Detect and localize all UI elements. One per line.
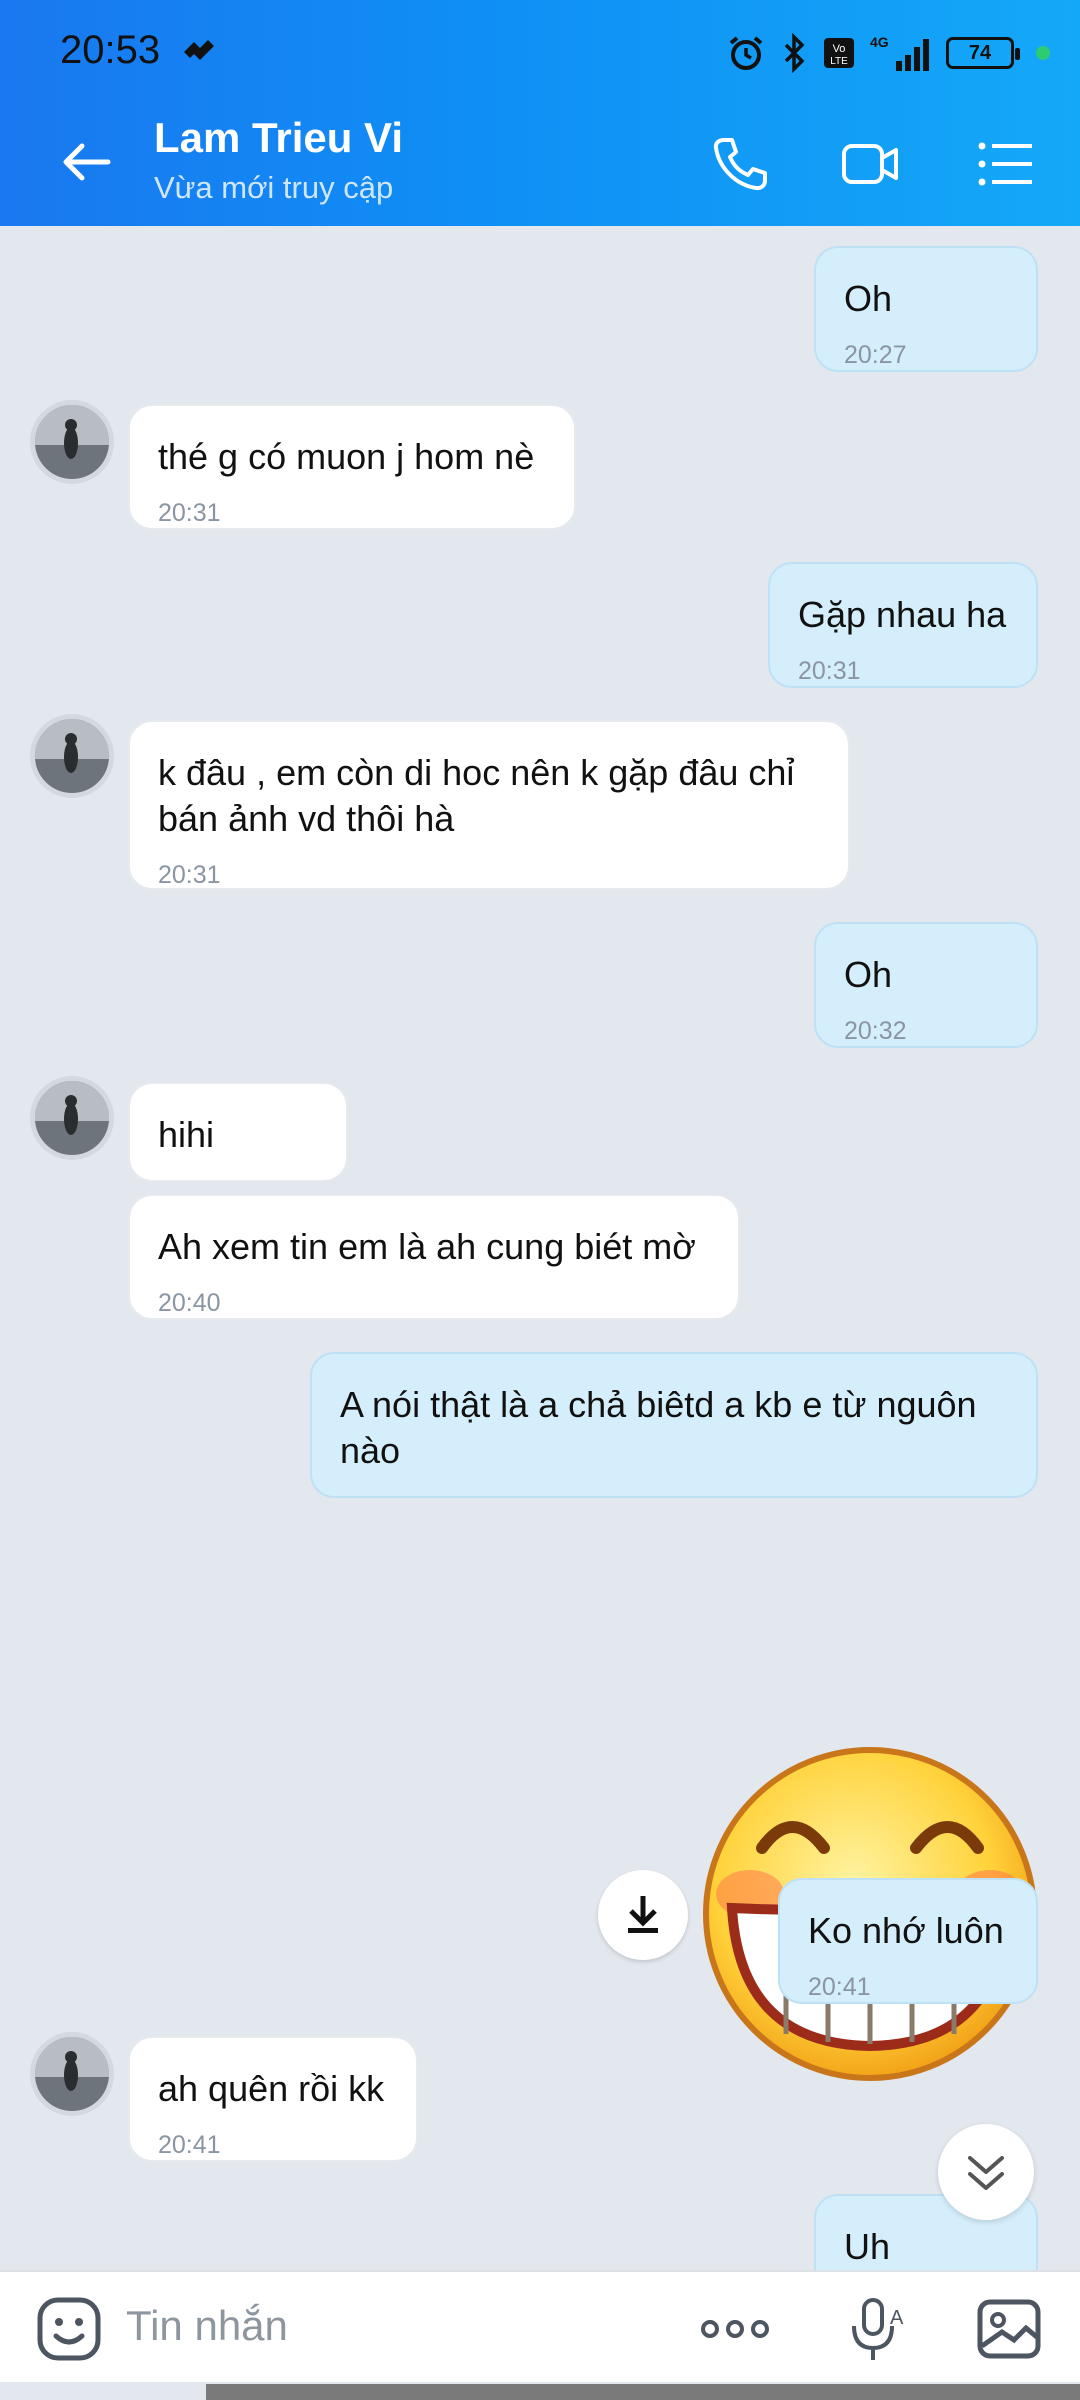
phone-icon[interactable]: [708, 132, 772, 196]
message-text: Gặp nhau ha: [798, 594, 1007, 635]
message-time: 20:41: [158, 2131, 221, 2159]
message-text: thé g có muon j hom nè: [158, 436, 535, 477]
svg-text:Vo: Vo: [833, 43, 846, 55]
message-bubble-sent[interactable]: Oh 20:32: [814, 922, 1038, 1048]
avatar-photo: [35, 405, 109, 479]
avatar-photo: [35, 2037, 109, 2111]
message-bubble-sent[interactable]: Oh 20:27: [814, 246, 1038, 372]
back-arrow-icon[interactable]: [56, 132, 116, 192]
message-time: 20:31: [158, 861, 221, 889]
message-bubble-received[interactable]: Ah xem tin em là ah cung biét mờ 20:40: [128, 1194, 740, 1320]
message-time: 20:41: [808, 1973, 871, 2001]
message-text: hihi: [158, 1114, 215, 1155]
message-input[interactable]: Tin nhắn: [126, 2302, 288, 2350]
svg-text:A: A: [890, 2307, 904, 2329]
home-indicator: [206, 2384, 1080, 2400]
volte-icon: Vo LTE: [824, 38, 854, 68]
avatar[interactable]: [30, 400, 114, 484]
app-status-icon: [184, 40, 214, 60]
chat-header: 20:53 Vo LTE 4G 74 Lam Trieu Vi Vừa mới …: [0, 0, 1080, 226]
alarm-icon: [729, 36, 763, 70]
bluetooth-icon: [784, 33, 805, 73]
menu-list-icon[interactable]: [974, 132, 1038, 196]
message-text: Ah xem tin em là ah cung biét mờ: [158, 1226, 696, 1267]
video-call-icon[interactable]: [838, 132, 902, 196]
signal-4g-icon: 4G: [870, 34, 929, 71]
contact-name[interactable]: Lam Trieu Vi: [154, 114, 403, 162]
avatar[interactable]: [30, 2032, 114, 2116]
message-text: Uh: [844, 2226, 891, 2267]
download-button[interactable]: [598, 1870, 688, 1960]
svg-text:LTE: LTE: [830, 56, 848, 67]
emoji-icon[interactable]: [34, 2294, 104, 2364]
message-text: ah quên rồi kk: [158, 2068, 385, 2109]
message-bubble-sent[interactable]: A nói thật là a chả biêtd a kb e từ nguô…: [310, 1352, 1038, 1498]
message-text: Oh: [844, 278, 893, 319]
more-icon[interactable]: [700, 2294, 770, 2364]
status-bar: 20:53 Vo LTE 4G 74: [0, 0, 1080, 104]
message-text: Ko nhớ luôn: [808, 1910, 1004, 1951]
avatar-photo: [35, 719, 109, 793]
chevron-double-down-icon: [968, 2156, 1004, 2190]
message-bubble-sent[interactable]: Gặp nhau ha 20:31: [768, 562, 1038, 688]
status-dot: [1036, 46, 1050, 60]
message-time: 20:31: [158, 499, 221, 527]
status-icons: Vo LTE 4G 74: [726, 30, 1050, 76]
message-input-bar: Tin nhắn A: [0, 2270, 1080, 2382]
image-icon[interactable]: [974, 2294, 1044, 2364]
battery-indicator: 74: [946, 37, 1020, 69]
message-text: A nói thật là a chả biêtd a kb e từ nguô…: [340, 1384, 977, 1471]
scroll-to-bottom-button[interactable]: [938, 2124, 1034, 2220]
message-text: Oh: [844, 954, 893, 995]
message-list[interactable]: Oh 20:27 thé g có muon j hom nè 20:31 Gặ…: [0, 226, 1080, 2270]
message-bubble-received[interactable]: ah quên rồi kk 20:41: [128, 2036, 418, 2162]
message-bubble-received[interactable]: thé g có muon j hom nè 20:31: [128, 404, 576, 530]
message-time: 20:31: [798, 657, 861, 685]
download-icon: [628, 1896, 658, 1933]
svg-text:4G: 4G: [870, 34, 889, 50]
message-time: 20:27: [844, 341, 907, 369]
avatar[interactable]: [30, 1076, 114, 1160]
message-time: 20:32: [844, 1017, 907, 1045]
message-time: 20:40: [158, 1289, 221, 1317]
message-bubble-sent[interactable]: Ko nhớ luôn 20:41: [778, 1878, 1038, 2004]
message-bubble-received[interactable]: k đâu , em còn di hoc nên k gặp đâu chỉ …: [128, 720, 850, 890]
contact-status: Vừa mới truy cập: [154, 170, 394, 205]
avatar[interactable]: [30, 714, 114, 798]
voice-icon[interactable]: A: [840, 2294, 910, 2364]
message-text: k đâu , em còn di hoc nên k gặp đâu chỉ …: [158, 752, 795, 839]
message-bubble-received[interactable]: hihi: [128, 1082, 348, 1182]
avatar-photo: [35, 1081, 109, 1155]
status-time: 20:53: [60, 28, 161, 72]
